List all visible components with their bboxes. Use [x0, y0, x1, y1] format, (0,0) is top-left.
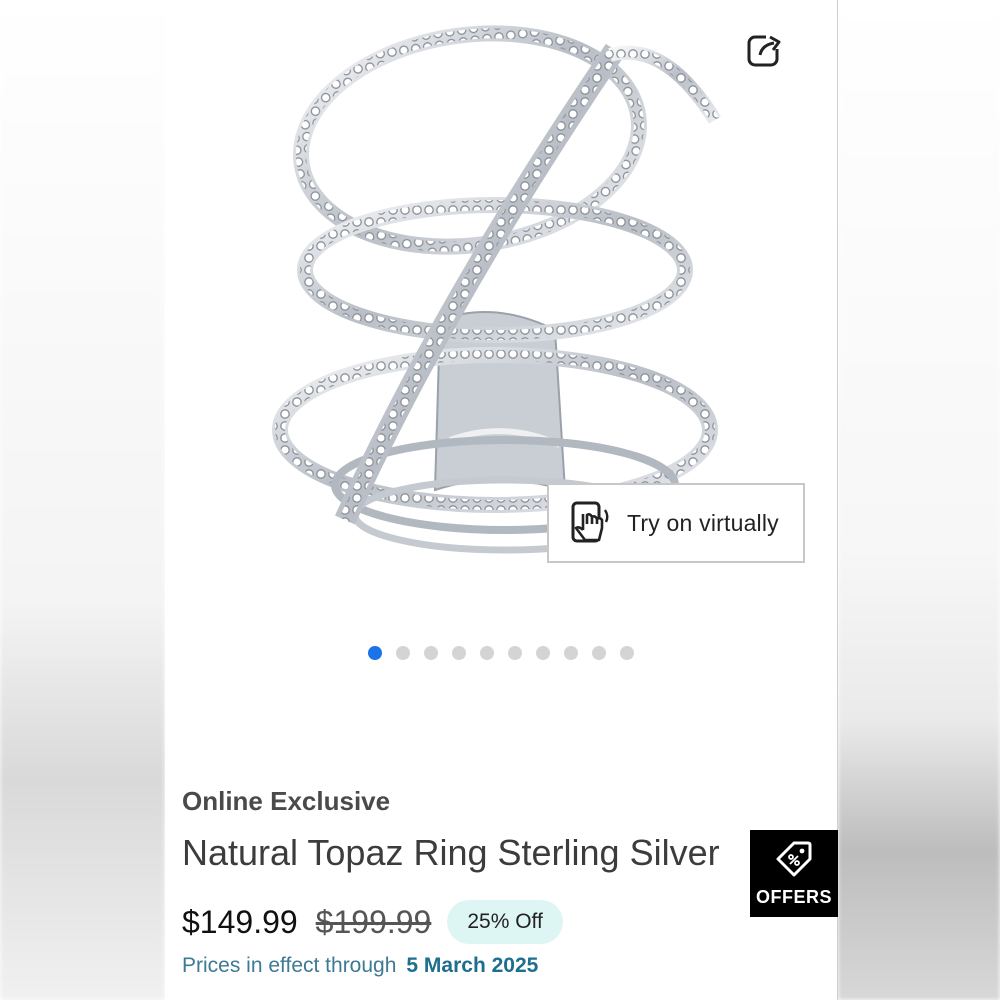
- pagination-dot-5[interactable]: [480, 646, 494, 660]
- pagination-dot-1[interactable]: [368, 646, 382, 660]
- online-exclusive-label: Online Exclusive: [182, 786, 391, 816]
- price-row: $149.99 $199.99 25% Off: [182, 900, 563, 944]
- price-effect-date: 5 March 2025: [406, 954, 539, 977]
- current-price: $149.99: [182, 903, 298, 940]
- pagination-dot-10[interactable]: [620, 646, 634, 660]
- try-on-virtually-button[interactable]: Try on virtually: [547, 483, 805, 563]
- pagination-dot-9[interactable]: [592, 646, 606, 660]
- background-left: [0, 0, 165, 1000]
- try-on-label: Try on virtually: [627, 509, 779, 536]
- share-icon: [747, 33, 782, 67]
- pagination-dot-3[interactable]: [424, 646, 438, 660]
- product-page: Try on virtually Online Exclusive Natura…: [165, 0, 838, 1000]
- price-effect-label: Prices in effect through: [182, 954, 397, 977]
- hand-phone-icon: [571, 501, 609, 543]
- offers-button[interactable]: OFFERS: [750, 830, 838, 917]
- price-effect-note: Prices in effect through 5 March 2025: [182, 954, 538, 978]
- product-image-gallery[interactable]: Try on virtually: [195, 0, 807, 595]
- image-pagination: [165, 646, 837, 660]
- offers-label: OFFERS: [755, 887, 832, 907]
- tag-percent-icon: [776, 841, 812, 877]
- background-right: [838, 0, 1000, 1000]
- pagination-dot-7[interactable]: [536, 646, 550, 660]
- share-button[interactable]: [743, 28, 787, 72]
- pagination-dot-8[interactable]: [564, 646, 578, 660]
- pagination-dot-2[interactable]: [396, 646, 410, 660]
- pagination-dot-4[interactable]: [452, 646, 466, 660]
- original-price: $199.99: [315, 903, 432, 940]
- pagination-dot-6[interactable]: [508, 646, 522, 660]
- discount-badge: 25% Off: [447, 900, 563, 944]
- product-title: Natural Topaz Ring Sterling Silver: [182, 832, 720, 873]
